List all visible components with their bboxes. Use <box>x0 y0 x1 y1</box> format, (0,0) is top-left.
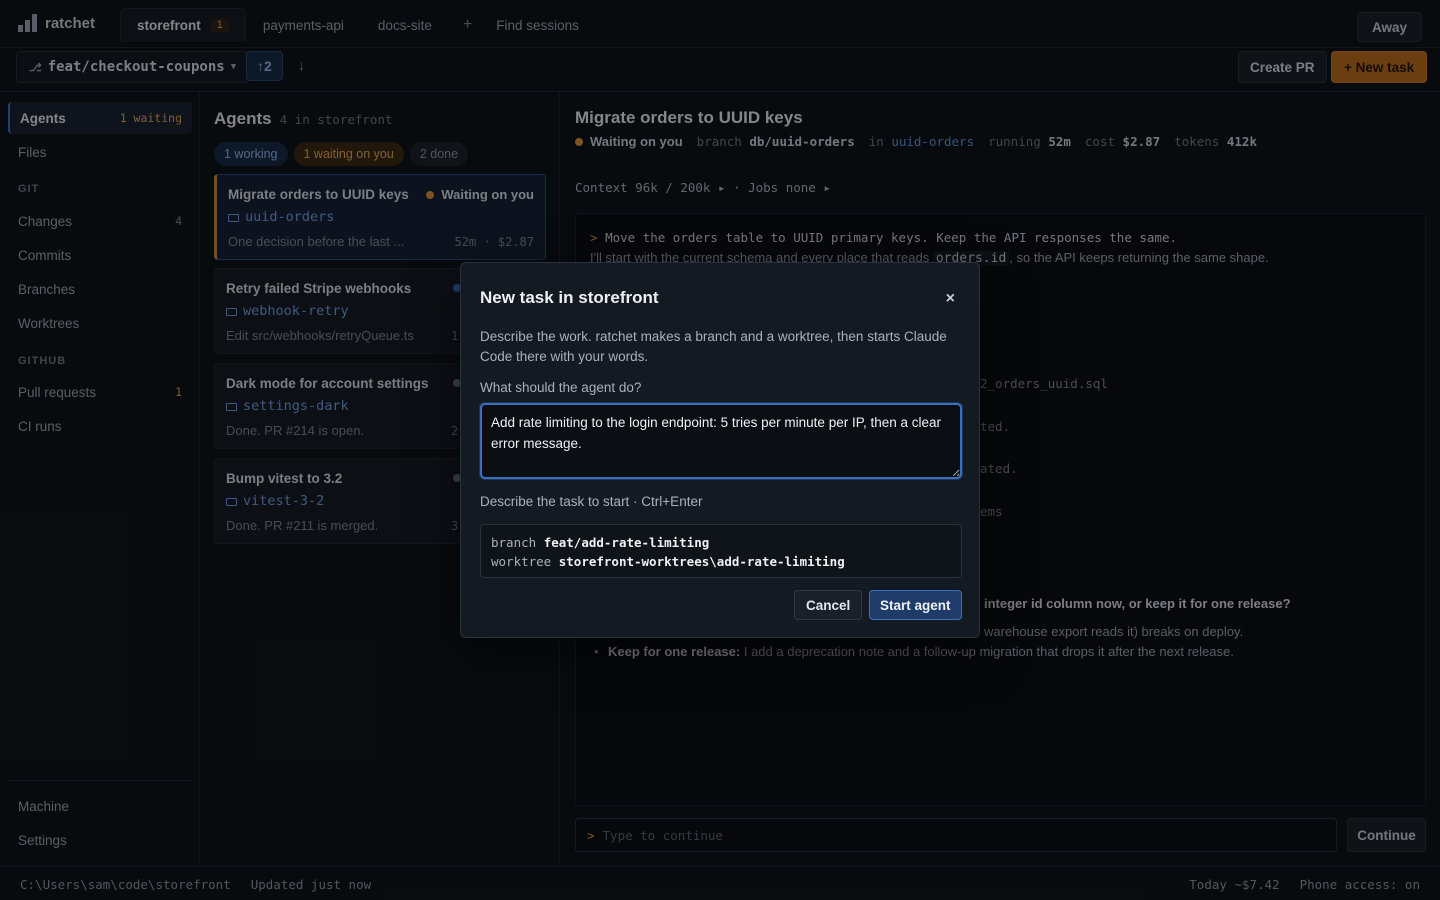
branch-preview-line: branch feat/add-rate-limiting <box>491 533 951 552</box>
preview-worktree: storefront-worktrees\add-rate-limiting <box>558 554 845 569</box>
dialog-description: Describe the work. ratchet makes a branc… <box>480 329 947 364</box>
preview-branch: feat/add-rate-limiting <box>543 535 710 550</box>
new-task-dialog: New task in storefront × Describe the wo… <box>460 262 980 638</box>
preview-label: worktree <box>491 554 552 569</box>
dialog-title: New task in storefront <box>480 288 659 307</box>
cancel-button[interactable]: Cancel <box>794 590 863 620</box>
task-prompt-textarea[interactable]: Add rate limiting to the login endpoint:… <box>480 403 962 479</box>
worktree-preview-line: worktree storefront-worktrees\add-rate-l… <box>491 552 951 571</box>
close-icon[interactable]: × <box>946 290 955 308</box>
task-prompt-label: What should the agent do? <box>480 380 642 395</box>
start-agent-button[interactable]: Start agent <box>869 590 962 620</box>
branch-worktree-preview: branch feat/add-rate-limiting worktree s… <box>480 524 962 578</box>
submit-hint: Describe the task to start · Ctrl+Enter <box>480 494 703 509</box>
preview-label: branch <box>491 535 537 550</box>
